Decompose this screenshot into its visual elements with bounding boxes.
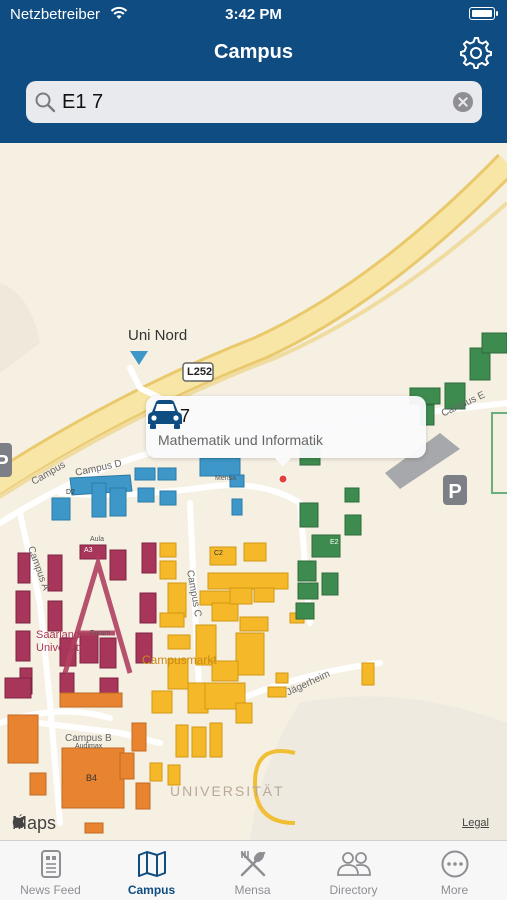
tab-label: Mensa <box>234 883 271 897</box>
search-input[interactable] <box>62 87 442 117</box>
building-labels-orange: B4 <box>86 773 98 783</box>
tab-directory[interactable]: Directory <box>303 841 404 900</box>
battery-icon <box>469 7 498 20</box>
place-label-mensa: Mensa <box>215 475 237 482</box>
maps-attribution: Maps <box>12 813 57 833</box>
search-bar[interactable] <box>26 81 482 123</box>
more-icon <box>441 850 468 878</box>
status-bar: Netzbetreiber 3:42 PM <box>0 0 507 30</box>
campus-map[interactable]: P P Uni Nord L252 Campus D Campus Campus… <box>0 143 507 840</box>
place-label-forum: Forum <box>90 630 111 637</box>
road-label-uni-nord: Uni Nord <box>128 327 188 344</box>
place-label-campusmarkt: Campusmarkt <box>142 653 217 667</box>
road-label-l252: L252 <box>187 366 213 378</box>
settings-button[interactable] <box>459 36 493 70</box>
newspaper-icon <box>40 850 61 878</box>
building-labels-yellow: C2 <box>214 550 223 557</box>
building-labels-green: E2 <box>330 539 339 546</box>
place-label-aula: Aula <box>90 536 105 543</box>
map-icon <box>137 851 166 877</box>
svg-text:P: P <box>0 452 9 474</box>
place-label-audimax: Audimax <box>75 743 103 750</box>
navigation-header: Netzbetreiber 3:42 PM Campus <box>0 0 507 143</box>
tab-more[interactable]: More <box>404 841 505 900</box>
gear-icon <box>460 37 492 69</box>
apple-logo-icon <box>12 814 25 828</box>
tab-label: News Feed <box>20 883 81 897</box>
location-callout[interactable]: E17 Mathematik und Informatik <box>146 396 426 467</box>
car-icon[interactable] <box>146 396 184 430</box>
clear-search-button[interactable] <box>453 92 473 112</box>
tab-bar: News Feed Campus Mensa Directory More <box>0 840 507 900</box>
tab-news-feed[interactable]: News Feed <box>0 841 101 900</box>
tab-label: Directory <box>329 883 378 897</box>
status-time: 3:42 PM <box>225 6 282 23</box>
callout-subtitle: Mathematik und Informatik <box>158 432 323 448</box>
legal-link[interactable]: Legal <box>462 817 489 829</box>
building-labels-red: A3 <box>84 547 93 554</box>
search-icon <box>35 92 56 113</box>
svg-text:P: P <box>448 481 461 503</box>
tab-label: More <box>440 883 469 897</box>
tab-campus[interactable]: Campus <box>101 841 202 900</box>
place-label-universitaet: UNIVERSITÄT <box>170 783 285 799</box>
people-icon <box>336 852 371 876</box>
tab-mensa[interactable]: Mensa <box>202 841 303 900</box>
fork-knife-icon <box>240 851 265 877</box>
building-labels-blue: D2 <box>66 489 75 496</box>
tab-label: Campus <box>127 883 176 897</box>
page-title: Campus <box>214 41 293 63</box>
